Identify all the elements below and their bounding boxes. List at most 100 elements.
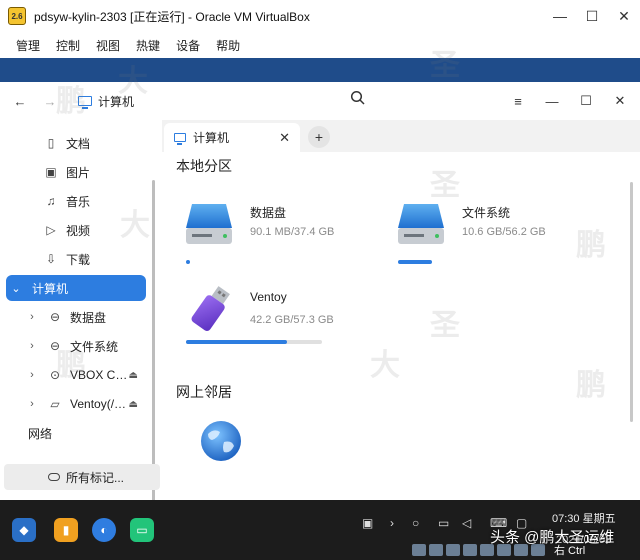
start-menu-icon[interactable]: ◆	[12, 518, 36, 542]
document-icon: ▯	[47, 136, 55, 150]
volume-icon[interactable]: ◁	[462, 516, 471, 530]
usage-bar	[186, 260, 190, 264]
chevron-right-icon[interactable]: ›	[26, 398, 38, 410]
close-icon[interactable]: ✕	[608, 0, 640, 32]
hard-drive-icon	[398, 204, 444, 244]
globe-icon	[201, 421, 241, 461]
minimize-icon[interactable]: —	[544, 0, 576, 32]
hard-drive-icon	[186, 204, 232, 244]
usage-bar	[186, 340, 322, 344]
eject-icon[interactable]: ⏏	[129, 370, 138, 381]
drive-filesystem[interactable]: 文件系统 10.6 GB/56.2 GB	[396, 198, 596, 268]
browser-icon[interactable]: ◐	[92, 518, 116, 542]
tab-computer[interactable]: 计算机 ✕	[164, 123, 300, 152]
content-scrollbar[interactable]	[630, 182, 633, 422]
network-icon[interactable]: ▭	[438, 516, 449, 530]
drive-data-disk[interactable]: 数据盘 90.1 MB/37.4 GB	[184, 198, 354, 268]
sidebar-item-network[interactable]: 网络	[0, 420, 150, 446]
menu-view[interactable]: 视图	[88, 37, 128, 54]
music-icon: ♫	[46, 194, 56, 208]
sidebar-item-data-disk[interactable]: › ⊖ 数据盘	[0, 304, 150, 330]
eject-icon[interactable]: ⏏	[129, 399, 138, 410]
network-globe[interactable]	[198, 418, 248, 468]
fm-close-icon[interactable]: ✕	[608, 89, 632, 113]
clock-time[interactable]: 07:30 星期五	[552, 510, 616, 526]
all-tags-button[interactable]: 所有标记...	[4, 464, 160, 490]
menu-devices[interactable]: 设备	[168, 37, 208, 54]
back-arrow-icon[interactable]: ←	[8, 89, 32, 113]
hdd-status-icon[interactable]	[412, 544, 426, 556]
address-bar[interactable]: 计算机	[78, 90, 338, 112]
menu-help[interactable]: 帮助	[208, 37, 248, 54]
optical-drive-icon: ⊙	[49, 368, 61, 382]
usage-bar-fill	[186, 260, 190, 264]
sidebar-item-label: 数据盘	[70, 310, 107, 325]
main-content: 本地分区 数据盘 90.1 MB/37.4 GB 文件系统 10.6 GB/56…	[162, 152, 640, 500]
sidebar-item-ventoy[interactable]: › ▱ Ventoy(/… ⏏	[0, 391, 150, 417]
drive-size: 10.6 GB/56.2 GB	[462, 226, 546, 238]
optical-status-icon[interactable]	[429, 544, 443, 556]
chevron-right-icon[interactable]: ›	[390, 516, 394, 530]
usage-bar-fill	[186, 340, 287, 344]
sidebar-item-computer[interactable]: ⌄ 计算机	[6, 275, 146, 301]
fm-maximize-icon[interactable]: ☐	[574, 89, 598, 113]
menu-control[interactable]: 控制	[48, 37, 88, 54]
sidebar-item-vbox-cd[interactable]: › ⊙ VBOX C… ⏏	[0, 362, 150, 388]
clipboard-icon[interactable]: ▣	[362, 516, 373, 530]
sidebar-item-videos[interactable]: ▷ 视频	[0, 217, 150, 243]
address-text: 计算机	[98, 94, 135, 109]
sidebar-item-label: Ventoy(/…	[70, 397, 127, 411]
chevron-down-icon[interactable]: ⌄	[10, 282, 22, 295]
chat-app-icon[interactable]: ▭	[130, 518, 154, 542]
menu-icon[interactable]: ≡	[506, 89, 530, 113]
sidebar-item-label: 图片	[66, 165, 91, 180]
download-icon: ⇩	[45, 252, 57, 266]
fm-minimize-icon[interactable]: —	[540, 89, 564, 113]
file-manager-taskbar-icon[interactable]: ▮	[54, 518, 78, 542]
sidebar-item-music[interactable]: ♫ 音乐	[0, 188, 150, 214]
drive-icon: ⊖	[49, 339, 61, 353]
file-manager-window: ← → 计算机 ≡ — ☐ ✕ ▯ 文档 ▣ 图片 ♫ 音乐 ▷ 视频 ⇩ 下载…	[0, 82, 640, 510]
drive-size: 42.2 GB/57.3 GB	[250, 314, 334, 326]
computer-icon	[78, 96, 92, 109]
drive-ventoy[interactable]: Ventoy 42.2 GB/57.3 GB	[184, 284, 354, 354]
sidebar-item-label: 下载	[66, 252, 91, 267]
sidebar-item-pictures[interactable]: ▣ 图片	[0, 159, 150, 185]
sidebar-scrollbar[interactable]	[152, 180, 155, 510]
tab-label: 计算机	[193, 131, 230, 145]
usb-drive-icon	[191, 286, 230, 331]
forward-arrow-icon[interactable]: →	[38, 89, 62, 113]
sidebar-item-label: 音乐	[66, 194, 91, 209]
video-icon: ▷	[46, 223, 56, 237]
section-local-partitions: 本地分区	[176, 158, 232, 174]
drive-name: 数据盘	[250, 206, 287, 220]
chevron-right-icon[interactable]: ›	[26, 369, 38, 381]
sidebar-item-downloads[interactable]: ⇩ 下载	[0, 246, 150, 272]
vbox-menubar: 管理 控制 视图 热键 设备 帮助	[0, 32, 640, 58]
tray-search-icon[interactable]: ○	[412, 516, 419, 530]
network-status-icon[interactable]	[463, 544, 477, 556]
add-tab-button[interactable]: +	[308, 126, 330, 148]
chevron-right-icon[interactable]: ›	[26, 340, 38, 352]
sidebar-item-filesystem[interactable]: › ⊖ 文件系统	[0, 333, 150, 359]
picture-icon: ▣	[45, 165, 57, 179]
maximize-icon[interactable]: ☐	[576, 0, 608, 32]
sidebar-item-documents[interactable]: ▯ 文档	[0, 130, 150, 156]
sidebar: ▯ 文档 ▣ 图片 ♫ 音乐 ▷ 视频 ⇩ 下载 ⌄ 计算机 › ⊖ 数据盘 ›…	[0, 120, 160, 510]
close-tab-icon[interactable]: ✕	[279, 130, 290, 146]
drive-name: Ventoy	[250, 290, 287, 304]
chevron-right-icon[interactable]: ›	[26, 311, 38, 323]
drive-icon: ⊖	[49, 310, 61, 324]
menu-manage[interactable]: 管理	[8, 37, 48, 54]
section-network-neighborhood: 网上邻居	[176, 384, 232, 400]
guest-screen: ← → 计算机 ≡ — ☐ ✕ ▯ 文档 ▣ 图片 ♫ 音乐 ▷ 视频 ⇩ 下载…	[0, 58, 640, 560]
menu-hotkey[interactable]: 热键	[128, 37, 168, 54]
computer-icon	[174, 133, 186, 145]
search-icon[interactable]	[350, 90, 366, 109]
sidebar-item-label: 计算机	[32, 281, 69, 296]
audio-status-icon[interactable]	[446, 544, 460, 556]
sidebar-item-label: 网络	[28, 426, 53, 441]
desktop-background	[0, 58, 640, 82]
vbox-titlebar: 2.6 pdsyw-kylin-2303 [正在运行] - Oracle VM …	[0, 0, 640, 32]
usage-bar	[398, 260, 432, 264]
